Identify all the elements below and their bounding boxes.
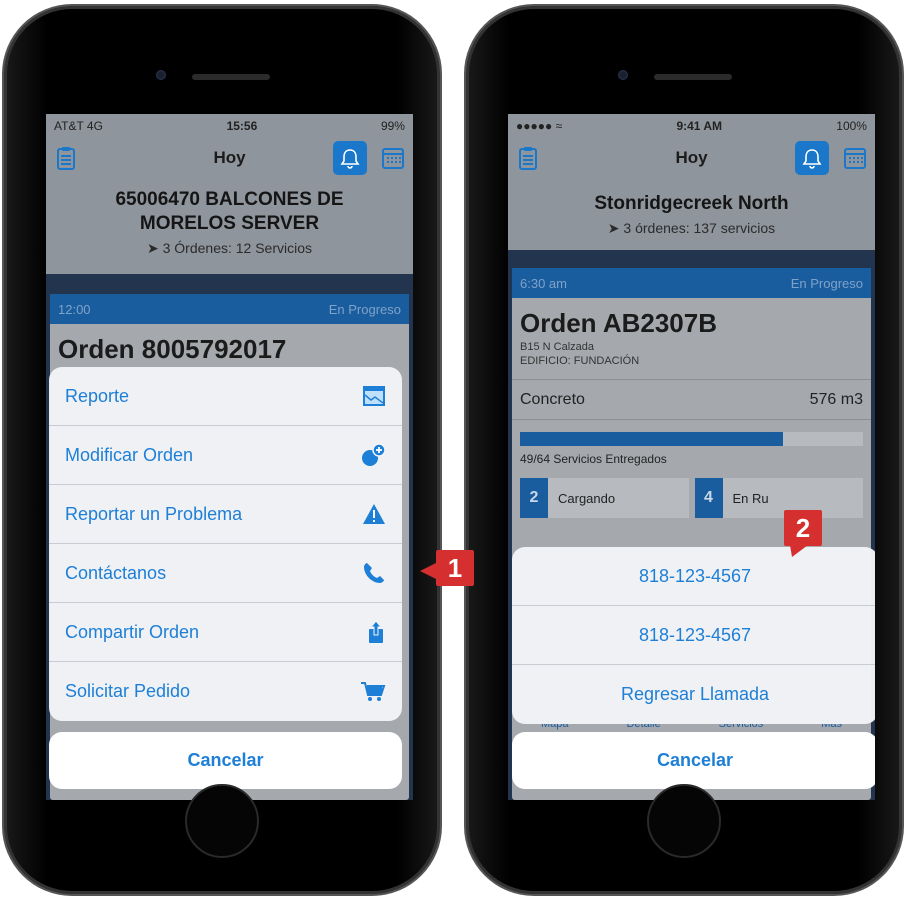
header-subtitle-text: 3 órdenes: 137 servicios (623, 220, 776, 236)
card-time: 12:00 (58, 301, 91, 317)
menu-item-label: Contáctanos (65, 562, 167, 583)
cancel-button[interactable]: Cancelar (49, 732, 402, 789)
product-quantity: 576 m3 (809, 390, 863, 408)
nav-bar: Hoy (46, 138, 413, 178)
card-time: 6:30 am (520, 275, 567, 291)
calendar-icon[interactable] (379, 144, 407, 172)
menu-item-label: Solicitar Pedido (65, 681, 191, 701)
report-icon (362, 385, 386, 407)
speaker-grille (654, 74, 732, 80)
status-bar: AT&T 4G 15:56 99% (46, 114, 413, 138)
callback-button[interactable]: Regresar Llamada (512, 665, 875, 724)
header-subtitle-text: 3 Órdenes: 12 Servicios (162, 240, 313, 256)
clipboard-icon[interactable] (52, 144, 80, 172)
nav-bar: Hoy (508, 138, 875, 178)
menu-item-label: Reporte (65, 385, 130, 406)
battery-label: 100% (836, 119, 867, 133)
callout-arrow-1 (420, 562, 438, 580)
callout-badge-1: 1 (436, 550, 474, 586)
phone-icon (362, 561, 386, 585)
callout-badge-2: 2 (784, 510, 822, 546)
speaker-grille (192, 74, 270, 80)
header-title: Stonridgecreek North (594, 193, 789, 214)
nav-title: Hoy (675, 148, 708, 167)
order-header: Stonridgecreek North ➤ 3 órdenes: 137 se… (508, 178, 875, 250)
menu-item-label: Modificar Orden (65, 444, 194, 465)
menu-item-reporte[interactable]: Reporte (49, 367, 402, 426)
modify-order-icon (360, 443, 386, 467)
menu-item-modificar-orden[interactable]: Modificar Orden (49, 426, 402, 485)
card-status: En Progreso (328, 301, 401, 317)
progress-track (520, 432, 863, 446)
progress-fill (520, 432, 783, 446)
stat-en-route-count: 4 (694, 478, 723, 518)
call-number-1[interactable]: 818-123-4567 (512, 547, 875, 606)
signal-dots: ●●●●● ≈ (516, 119, 563, 133)
bell-icon[interactable] (795, 141, 829, 175)
front-camera (156, 70, 166, 80)
call-sheet: 818-123-4567 818-123-4567 Regresar Llama… (512, 547, 875, 724)
menu-item-reportar-problema[interactable]: Reportar un Problema (49, 485, 402, 544)
clock: 15:56 (226, 119, 258, 133)
calendar-icon[interactable] (841, 144, 869, 172)
callout-arrow-2 (790, 545, 808, 557)
order-header: 65006470 BALCONES DE MORELOS SERVER ➤ 3 … (46, 178, 413, 274)
card-status-bar: 6:30 am En Progreso (512, 268, 871, 298)
cancel-button[interactable]: Cancelar (512, 732, 875, 789)
stat-loading: 2 Cargando (520, 478, 689, 518)
bell-icon[interactable] (333, 141, 367, 175)
stat-en-route: 4 En Ru (694, 478, 863, 518)
stat-loading-count: 2 (520, 478, 548, 518)
menu-item-contactanos[interactable]: Contáctanos (49, 544, 402, 603)
phone-left: AT&T 4G 15:56 99% Hoy 65006470 BALCONES … (4, 6, 440, 894)
menu-item-compartir-orden[interactable]: Compartir Orden (49, 603, 402, 662)
clipboard-icon[interactable] (514, 144, 542, 172)
card-title: Orden 8005792017 (58, 334, 287, 364)
call-number-2[interactable]: 818-123-4567 (512, 606, 875, 665)
phone-right: ●●●●● ≈ 9:41 AM 100% Hoy Stonridgecreek … (466, 6, 902, 894)
product-name: Concreto (520, 390, 585, 408)
card-status: En Progreso (790, 275, 863, 291)
menu-item-label: Compartir Orden (65, 621, 200, 642)
product-row: Concreto 576 m3 (512, 379, 871, 419)
battery-label: 99% (380, 119, 405, 133)
carrier-label: AT&T 4G (54, 119, 103, 133)
status-bar: ●●●●● ≈ 9:41 AM 100% (508, 114, 875, 138)
progress-section: 49/64 Servicios Entregados (512, 419, 871, 466)
clock: 9:41 AM (676, 119, 723, 133)
menu-item-solicitar-pedido[interactable]: Solicitar Pedido (49, 662, 402, 721)
address-line-1: B15 N Calzada (520, 341, 594, 353)
card-status-bar: 12:00 En Progreso (50, 294, 409, 324)
home-button[interactable] (647, 784, 721, 858)
header-subtitle: ➤ 3 órdenes: 137 servicios (607, 220, 776, 236)
warning-icon (362, 503, 386, 525)
stat-en-route-label: En Ru (732, 490, 769, 506)
action-sheet: Reporte Modificar Orden Reportar un Prob… (49, 367, 402, 721)
address-line-2: EDIFICIO: FUNDACIÓN (520, 355, 640, 367)
progress-label: 49/64 Servicios Entregados (520, 452, 667, 466)
nav-title: Hoy (213, 148, 246, 167)
home-button[interactable] (185, 784, 259, 858)
cart-icon (360, 681, 386, 703)
header-subtitle: ➤ 3 Órdenes: 12 Servicios (146, 240, 313, 256)
front-camera (618, 70, 628, 80)
header-title: 65006470 BALCONES DE MORELOS SERVER (115, 189, 344, 234)
stat-loading-label: Cargando (558, 490, 616, 506)
menu-item-label: Reportar un Problema (65, 503, 243, 524)
share-icon (366, 620, 386, 644)
screen-left: AT&T 4G 15:56 99% Hoy 65006470 BALCONES … (46, 114, 413, 800)
card-title: Orden AB2307B (520, 308, 717, 338)
screen-right: ●●●●● ≈ 9:41 AM 100% Hoy Stonridgecreek … (508, 114, 875, 800)
